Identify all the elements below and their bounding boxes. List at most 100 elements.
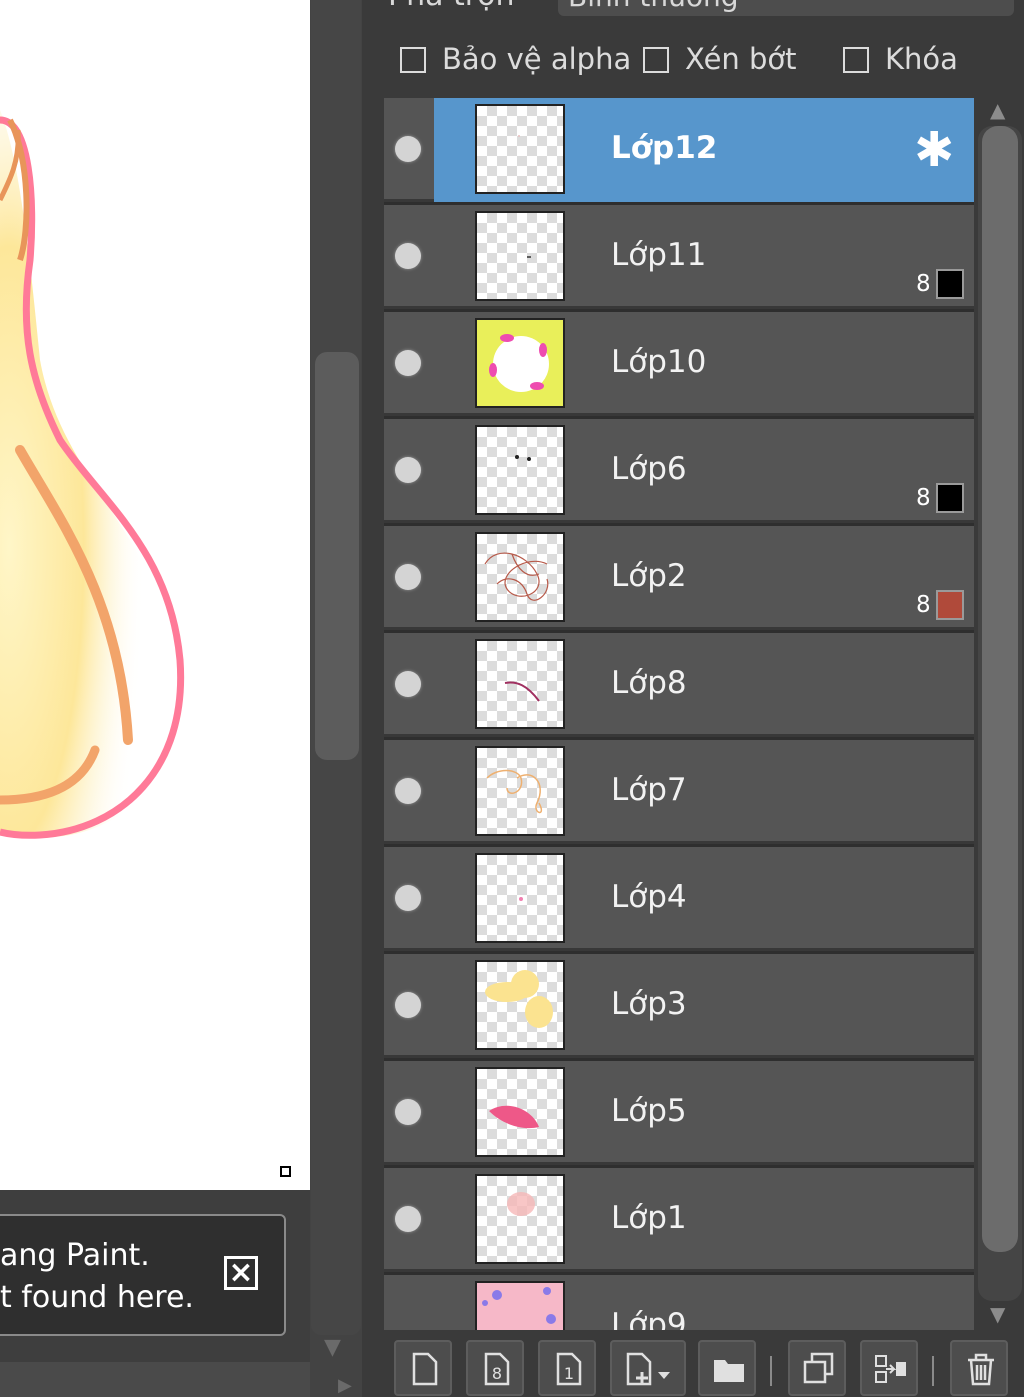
layer-thumbnail [475, 104, 565, 194]
layer-row[interactable]: Lớp1 [384, 1168, 974, 1272]
layer-color-swatch[interactable] [936, 590, 964, 620]
layer-thumbnail [475, 960, 565, 1050]
layer-row[interactable]: Lớp10 [384, 312, 974, 416]
canvas-scroll-thumb[interactable] [315, 352, 359, 760]
layer-name[interactable]: Lớp10 [611, 344, 706, 380]
svg-text:1: 1 [564, 1364, 574, 1383]
visibility-toggle-icon[interactable] [395, 136, 421, 162]
gear-icon[interactable]: ✱ [914, 126, 954, 174]
lock-checkbox[interactable]: Khóa [843, 42, 973, 84]
layer-thumbnail [475, 1067, 565, 1157]
scroll-right-arrow-icon[interactable]: ▶ [338, 1376, 352, 1396]
visibility-toggle-icon[interactable] [395, 457, 421, 483]
new-1bit-layer-icon: 1 [556, 1352, 582, 1386]
layer-thumbnail [475, 532, 565, 622]
add-layer-dropdown-icon [626, 1352, 670, 1386]
layer-name[interactable]: Lớp5 [611, 1093, 687, 1129]
new-8bit-layer-icon: 8 [484, 1352, 510, 1386]
color-depth-badge: 8 [916, 271, 931, 297]
layer-name[interactable]: Lớp3 [611, 986, 687, 1022]
visibility-toggle-icon[interactable] [395, 1206, 421, 1232]
layer-thumbnail [475, 639, 565, 729]
visibility-toggle-icon[interactable] [395, 243, 421, 269]
notification-line-1: ang Paint. [0, 1238, 150, 1273]
canvas-vertical-scrollbar[interactable]: ▼ ▶ [310, 0, 362, 1397]
layer-row[interactable]: Lớp8 [384, 633, 974, 737]
new-layer-button[interactable] [394, 1340, 452, 1396]
visibility-toggle-icon[interactable] [395, 1099, 421, 1125]
merge-layer-icon [875, 1355, 906, 1383]
clipping-checkbox[interactable]: Xén bớt [643, 42, 803, 84]
visibility-toggle-icon[interactable] [395, 885, 421, 911]
layer-list: Lớp12 ✱ Lớp11 8 Lớp10 Lớp6 8 Lớp2 8 Lớp8… [384, 98, 974, 1330]
blend-mode-select[interactable]: Bình thường [558, 0, 1014, 16]
scroll-up-arrow-icon[interactable]: ▲ [990, 98, 1005, 122]
canvas-scroll-track[interactable] [311, 0, 361, 1335]
scroll-down-arrow-icon[interactable]: ▼ [324, 1336, 341, 1360]
layer-row[interactable]: Lớp3 [384, 954, 974, 1058]
layer-row[interactable]: Lớp11 8 [384, 205, 974, 309]
layer-row[interactable]: Lớp7 [384, 740, 974, 844]
duplicate-layer-button[interactable] [788, 1340, 846, 1396]
layer-options: Bảo vệ alpha Xén bớt Khóa [362, 38, 1024, 86]
blend-row: Pha trộn Bình thường [362, 0, 1024, 18]
layer-row[interactable]: Lớp9 [384, 1275, 974, 1330]
visibility-toggle-icon[interactable] [395, 778, 421, 804]
horizontal-scrollbar[interactable] [0, 1362, 334, 1397]
svg-text:8: 8 [492, 1364, 502, 1383]
layer-row[interactable]: Lớp5 [384, 1061, 974, 1165]
drawing-canvas[interactable] [0, 0, 310, 1190]
merge-layer-button[interactable] [860, 1340, 918, 1396]
visibility-toggle-icon[interactable] [395, 992, 421, 1018]
delete-layer-button[interactable] [950, 1340, 1008, 1396]
close-icon[interactable]: × [224, 1256, 258, 1290]
layer-row[interactable]: Lớp4 [384, 847, 974, 951]
layer-name[interactable]: Lớp7 [611, 772, 687, 808]
canvas-artwork [0, 110, 291, 1177]
layer-thumbnail [475, 318, 565, 408]
layer-color-swatch[interactable] [936, 269, 964, 299]
add-layer-dropdown-button[interactable] [610, 1340, 686, 1396]
layer-row[interactable]: Lớp12 ✱ [384, 98, 974, 202]
layer-row[interactable]: Lớp6 8 [384, 419, 974, 523]
layer-thumbnail [475, 1174, 565, 1264]
checkbox-icon[interactable] [400, 47, 426, 73]
new-1bit-layer-button[interactable]: 1 [538, 1340, 596, 1396]
delete-layer-icon [968, 1353, 994, 1386]
layer-thumbnail [475, 746, 565, 836]
layer-name[interactable]: Lớp2 [611, 558, 687, 594]
new-folder-icon [714, 1360, 744, 1382]
layer-name[interactable]: Lớp9 [611, 1307, 687, 1330]
visibility-toggle-icon[interactable] [395, 350, 421, 376]
layer-thumbnail [475, 211, 565, 301]
new-8bit-layer-button[interactable]: 8 [466, 1340, 524, 1396]
visibility-toggle-icon[interactable] [395, 671, 421, 697]
layer-name[interactable]: Lớp4 [611, 879, 687, 915]
layer-toolbar: 8 1 [384, 1332, 1024, 1397]
checkbox-icon[interactable] [843, 47, 869, 73]
protect-alpha-label: Bảo vệ alpha [442, 42, 632, 76]
color-depth-badge: 8 [916, 592, 931, 618]
layer-scroll-thumb[interactable] [982, 126, 1018, 1252]
duplicate-layer-icon [803, 1352, 834, 1384]
clipping-label: Xén bớt [685, 42, 797, 76]
layer-color-swatch[interactable] [936, 483, 964, 513]
layer-thumbnail [475, 425, 565, 515]
toolbar-separator [770, 1356, 772, 1386]
layer-row[interactable]: Lớp2 8 [384, 526, 974, 630]
layer-thumbnail [475, 1281, 565, 1330]
scroll-down-arrow-icon[interactable]: ▼ [990, 1302, 1005, 1326]
protect-alpha-checkbox[interactable]: Bảo vệ alpha [400, 42, 631, 84]
layer-name[interactable]: Lớp11 [611, 237, 706, 273]
layer-name[interactable]: Lớp1 [611, 1200, 687, 1236]
layer-name[interactable]: Lớp12 [611, 130, 717, 166]
layer-scroll-track[interactable] [978, 126, 1022, 1301]
blend-mode-label: Pha trộn [388, 0, 515, 13]
layer-name[interactable]: Lớp8 [611, 665, 687, 701]
notification-line-2: t found here. [0, 1280, 194, 1315]
layer-list-scrollbar[interactable]: ▲ ▼ [976, 96, 1024, 1332]
visibility-toggle-icon[interactable] [395, 564, 421, 590]
checkbox-icon[interactable] [643, 47, 669, 73]
layer-name[interactable]: Lớp6 [611, 451, 687, 487]
new-folder-button[interactable] [698, 1340, 756, 1396]
